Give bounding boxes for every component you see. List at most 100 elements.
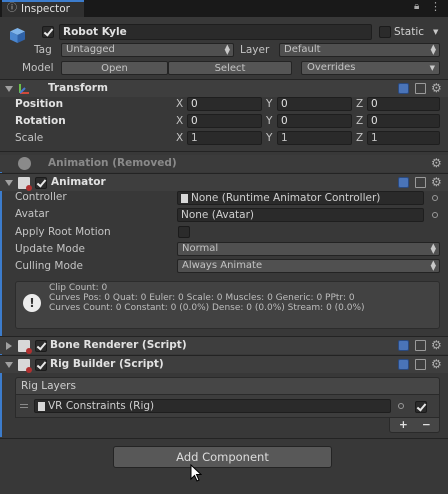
help-icon[interactable] (398, 83, 409, 94)
z-axis-label: Z (356, 98, 364, 110)
position-x-field[interactable]: 0 (187, 97, 262, 111)
model-overrides-dropdown[interactable]: Overrides ▼ (301, 61, 440, 75)
avatar-label: Avatar (15, 208, 50, 220)
position-y-field[interactable]: 0 (277, 97, 352, 111)
gear-icon[interactable]: ⚙ (431, 157, 442, 169)
controller-label: Controller (15, 191, 67, 203)
position-x-value: 0 (191, 98, 198, 110)
rig-builder-title: Rig Builder (Script) (50, 358, 164, 370)
rotation-y-value: 0 (281, 115, 288, 127)
update-mode-dropdown[interactable]: Normal ▲ ▼ (177, 242, 440, 256)
animator-enabled-checkbox[interactable] (35, 177, 47, 189)
list-footer: + − (389, 418, 440, 433)
object-picker-icon[interactable] (432, 212, 438, 218)
object-picker-icon[interactable] (432, 195, 438, 201)
position-z-field[interactable]: 0 (367, 97, 440, 111)
rig-layer-active-checkbox[interactable] (415, 401, 427, 413)
updown-icon: ▲ ▼ (430, 43, 436, 56)
gear-icon[interactable]: ⚙ (431, 358, 442, 370)
add-layer-button[interactable]: + (399, 418, 408, 432)
rotation-y-field[interactable]: 0 (277, 114, 352, 128)
position-z-value: 0 (371, 98, 378, 110)
foldout-arrow-icon[interactable] (6, 342, 12, 350)
foldout-arrow-icon[interactable] (5, 362, 13, 368)
position-y-value: 0 (281, 98, 288, 110)
scale-x-field[interactable]: 1 (187, 131, 262, 145)
model-select-button[interactable]: Select (168, 61, 292, 75)
object-picker-icon[interactable] (398, 403, 404, 409)
x-axis-label: X (176, 98, 184, 110)
document-icon (38, 402, 45, 411)
y-axis-label: Y (266, 132, 273, 144)
animation-removed-title: Animation (Removed) (48, 157, 177, 169)
animator-icon (18, 177, 32, 191)
rotation-z-field[interactable]: 0 (367, 114, 440, 128)
object-name-field[interactable]: Robot Kyle (59, 24, 372, 40)
rotation-x-field[interactable]: 0 (187, 114, 262, 128)
remove-layer-button[interactable]: − (422, 418, 431, 432)
divider (0, 151, 448, 152)
z-axis-label: Z (356, 115, 364, 127)
scale-label: Scale (15, 132, 44, 144)
static-dropdown-arrow[interactable]: ▼ (433, 29, 438, 36)
root-motion-checkbox[interactable] (178, 226, 190, 238)
menu-icon[interactable]: ⋮ (430, 0, 441, 14)
tag-label: Tag (34, 44, 52, 56)
culling-mode-label: Culling Mode (15, 260, 84, 272)
bone-renderer-header[interactable]: Bone Renderer (Script) ⚙ (0, 337, 448, 354)
scale-y-field[interactable]: 1 (277, 131, 352, 145)
transform-title: Transform (48, 82, 108, 94)
tag-value: Untagged (66, 44, 115, 55)
foldout-arrow-icon[interactable] (5, 180, 13, 186)
open-label: Open (101, 63, 128, 74)
controller-field[interactable]: None (Runtime Animator Controller) (177, 191, 424, 205)
culling-mode-dropdown[interactable]: Always Animate ▲ ▼ (177, 259, 440, 273)
model-label: Model (22, 62, 54, 74)
rig-builder-header[interactable]: Rig Builder (Script) ⚙ (0, 356, 448, 373)
help-icon[interactable] (398, 359, 409, 370)
preset-icon[interactable] (415, 340, 426, 351)
add-component-label: Add Component (176, 450, 269, 464)
avatar-field[interactable]: None (Avatar) (177, 208, 424, 222)
rig-layer-value: VR Constraints (Rig) (48, 400, 155, 412)
preset-icon[interactable] (415, 177, 426, 188)
help-icon[interactable] (398, 177, 409, 188)
drag-handle-icon[interactable] (20, 404, 28, 408)
script-icon (18, 340, 32, 354)
update-mode-value: Normal (182, 243, 219, 254)
add-component-button[interactable]: Add Component (113, 446, 332, 468)
info-icon: ! (23, 294, 41, 312)
scale-z-field[interactable]: 1 (367, 131, 440, 145)
gear-icon[interactable]: ⚙ (431, 339, 442, 351)
updown-icon: ▲ ▼ (224, 43, 230, 56)
transform-header[interactable]: Transform ⚙ (0, 80, 448, 97)
gear-icon[interactable]: ⚙ (431, 82, 442, 94)
model-open-button[interactable]: Open (61, 61, 168, 75)
rig-builder-enabled-checkbox[interactable] (35, 359, 47, 371)
layer-dropdown[interactable]: Default ▲ ▼ (279, 43, 440, 57)
rig-layers-list-header: Rig Layers (15, 377, 440, 395)
rig-layers-label: Rig Layers (21, 380, 76, 392)
animator-header[interactable]: Animator ⚙ (0, 174, 448, 191)
dropdown-arrow-icon: ▼ (429, 64, 435, 72)
rig-layer-field[interactable]: VR Constraints (Rig) (34, 399, 391, 413)
foldout-arrow-icon[interactable] (5, 86, 13, 92)
lock-icon[interactable]: 🔒︎ (414, 0, 419, 14)
select-label: Select (214, 63, 246, 74)
preset-icon[interactable] (415, 83, 426, 94)
animation-removed-header[interactable]: Animation (Removed) ⚙ (0, 155, 448, 172)
active-checkbox[interactable] (42, 26, 54, 38)
help-icon[interactable] (398, 340, 409, 351)
rig-layers-list-body: VR Constraints (Rig) (15, 395, 440, 418)
x-axis-label: X (176, 115, 184, 127)
bone-renderer-enabled-checkbox[interactable] (35, 340, 47, 352)
static-checkbox[interactable] (379, 26, 391, 38)
rotation-label: Rotation (15, 115, 66, 127)
preset-icon[interactable] (415, 359, 426, 370)
gear-icon[interactable]: ⚙ (431, 176, 442, 188)
position-label: Position (15, 98, 64, 110)
tag-dropdown[interactable]: Untagged ▲ ▼ (61, 43, 234, 57)
scale-x-value: 1 (191, 132, 198, 144)
tab-inspector[interactable]: ⓘ Inspector (2, 0, 84, 17)
tab-title: Inspector (21, 3, 70, 15)
